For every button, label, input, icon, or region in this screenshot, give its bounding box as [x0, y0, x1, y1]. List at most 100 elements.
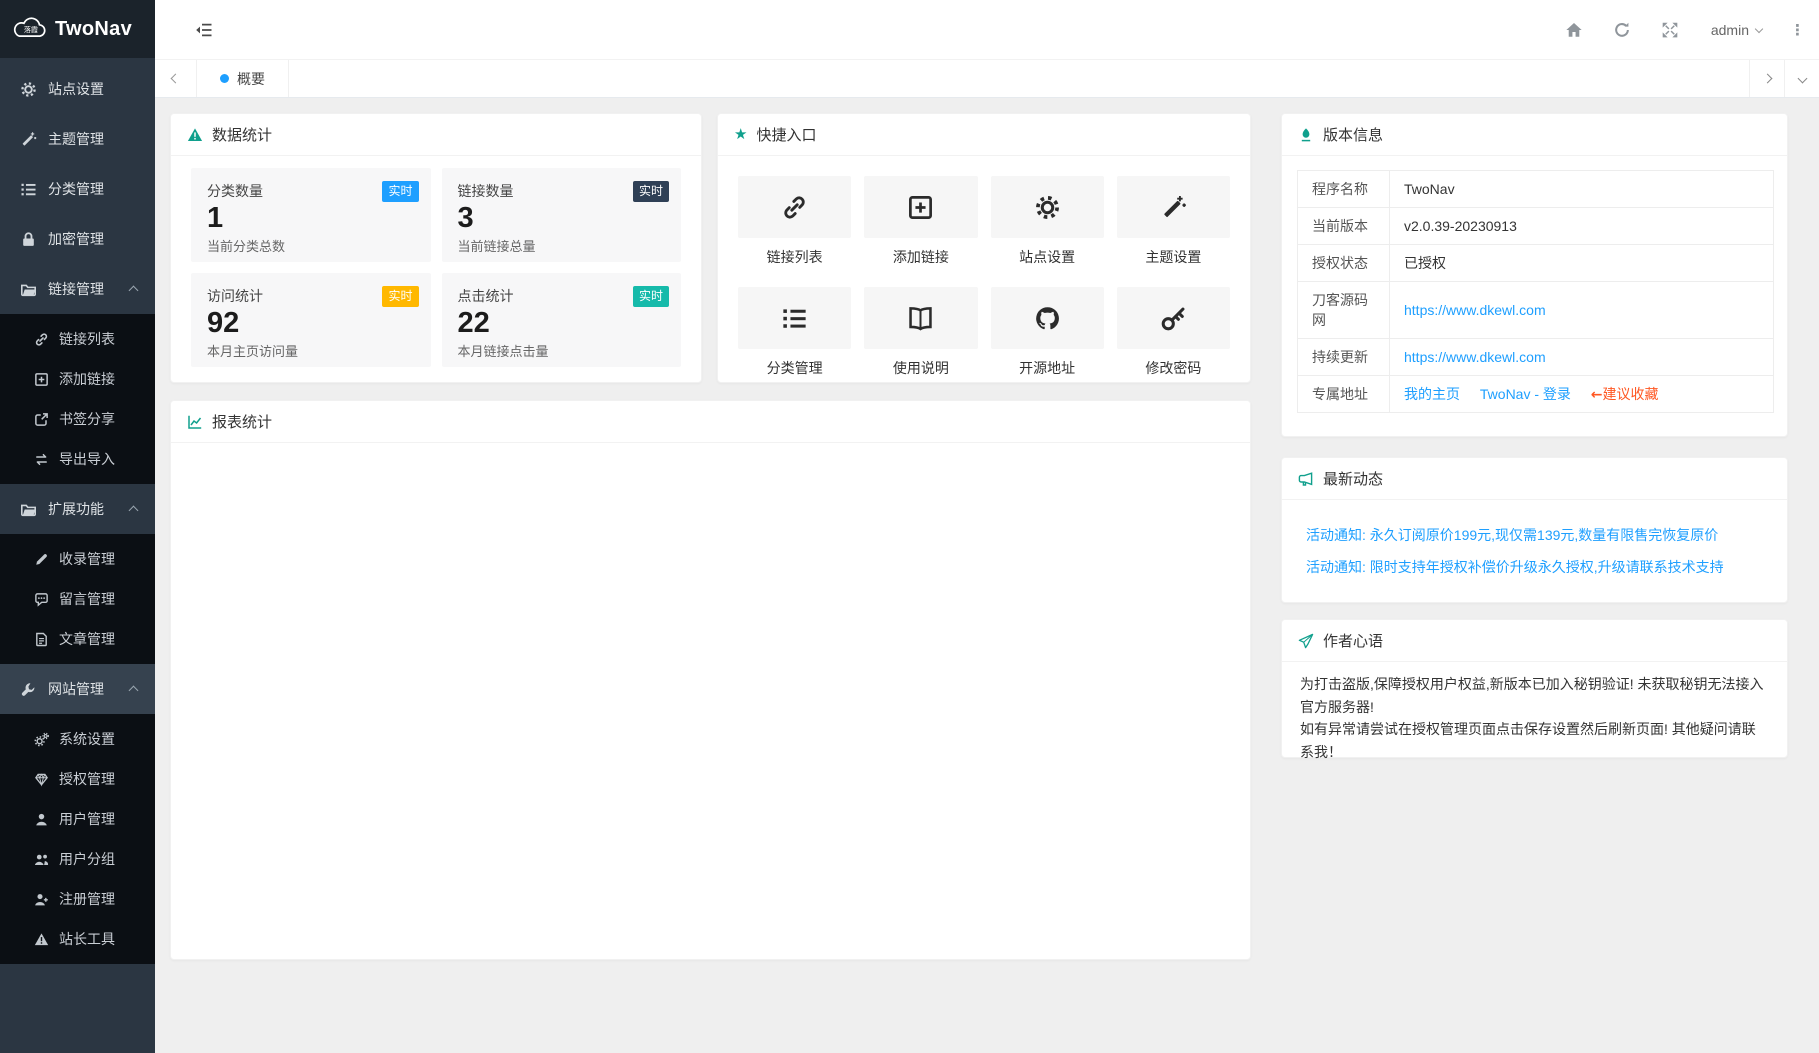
version-icon — [1298, 127, 1314, 143]
news-list: 活动通知: 永久订阅原价199元,现仅需139元,数量有限售完恢复原价 活动通知… — [1282, 500, 1787, 602]
chevron-down-icon — [1797, 73, 1807, 84]
tab-bar: 概要 — [155, 60, 1819, 98]
my-homepage-link[interactable]: 我的主页 — [1404, 386, 1460, 402]
folder-icon — [20, 281, 37, 298]
sidebar-item-label: 添加链接 — [59, 371, 115, 387]
stats-grid: 分类数量 1 当前分类总数 实时 链接数量 3 当前链接总量 实时 访问统计 9… — [171, 156, 701, 379]
quick-entry-link-list[interactable]: 链接列表 — [738, 176, 852, 267]
logo-cn-text: 落霞 — [24, 25, 38, 34]
paper-plane-icon — [1298, 633, 1314, 649]
row-value: TwoNav — [1389, 170, 1774, 208]
quick-entry-open-source[interactable]: 开源地址 — [990, 287, 1104, 378]
sidebar-item-label: 导出导入 — [59, 451, 115, 467]
submenu-link-manage: 链接列表 添加链接 书签分享 导出导入 — [0, 314, 155, 484]
version-table: 程序名称 TwoNav 当前版本 v2.0.39-20230913 授权状态 已… — [1297, 170, 1774, 413]
users-icon — [34, 852, 49, 867]
sidebar-item-user-group[interactable]: 用户分组 — [0, 839, 155, 879]
sidebar-group-extend-functions[interactable]: 扩展功能 — [0, 484, 155, 534]
chevron-right-icon — [1762, 73, 1772, 84]
quick-entry-user-guide[interactable]: 使用说明 — [864, 287, 978, 378]
fullscreen-icon[interactable] — [1661, 21, 1679, 39]
sidebar-item-label: 用户分组 — [59, 851, 115, 867]
tab-menu-button[interactable] — [1784, 60, 1819, 97]
sidebar-group-link-manage[interactable]: 链接管理 — [0, 264, 155, 314]
sidebar-group-website-manage[interactable]: 网站管理 — [0, 664, 155, 714]
sidebar-item-theme-manage[interactable]: 主题管理 — [0, 114, 155, 164]
stat-box-link-count: 链接数量 3 当前链接总量 实时 — [441, 168, 681, 262]
latest-news-card: 最新动态 活动通知: 永久订阅原价199元,现仅需139元,数量有限售完恢复原价… — [1281, 457, 1788, 603]
sidebar-item-user-manage[interactable]: 用户管理 — [0, 799, 155, 839]
home-icon[interactable] — [1565, 21, 1583, 39]
update-link[interactable]: https://www.dkewl.com — [1404, 349, 1546, 365]
card-header: 作者心语 — [1282, 620, 1787, 662]
megaphone-icon — [1298, 471, 1314, 487]
user-plus-icon — [34, 892, 49, 907]
category-list-icon — [781, 305, 808, 332]
card-header: 最新动态 — [1282, 458, 1787, 500]
quick-entry-theme-settings[interactable]: 主题设置 — [1116, 176, 1230, 267]
user-menu[interactable]: admin — [1711, 22, 1764, 38]
sidebar-item-article-manage[interactable]: 文章管理 — [0, 619, 155, 659]
quick-entry-site-settings[interactable]: 站点设置 — [990, 176, 1104, 267]
plus-square-icon — [34, 372, 49, 387]
status-badge: 实时 — [382, 286, 419, 307]
app-logo[interactable]: 落霞 TwoNav — [0, 0, 155, 58]
card-header: ★ 快捷入口 — [718, 114, 1250, 156]
sidebar-item-category-manage[interactable]: 分类管理 — [0, 164, 155, 214]
collapse-menu-icon[interactable] — [195, 21, 213, 39]
report-statistics-card: 报表统计 — [170, 400, 1251, 960]
sidebar-item-inclusion-manage[interactable]: 收录管理 — [0, 539, 155, 579]
sidebar-item-export-import[interactable]: 导出导入 — [0, 439, 155, 479]
sidebar-item-link-list[interactable]: 链接列表 — [0, 319, 155, 359]
sidebar-item-message-manage[interactable]: 留言管理 — [0, 579, 155, 619]
sidebar-item-webmaster-tools[interactable]: 站长工具 — [0, 919, 155, 959]
table-row: 刀客源码网 https://www.dkewl.com — [1297, 281, 1774, 339]
tab-scroll-left-button[interactable] — [155, 60, 197, 97]
row-label: 专属地址 — [1297, 375, 1390, 413]
comment-icon — [34, 592, 49, 607]
stat-sublabel: 当前链接总量 — [457, 239, 536, 255]
quick-entry-category-manage[interactable]: 分类管理 — [738, 287, 852, 378]
sidebar-item-encrypt-manage[interactable]: 加密管理 — [0, 214, 155, 264]
login-link[interactable]: TwoNav - 登录 — [1480, 386, 1571, 402]
sidebar-item-system-settings[interactable]: 系统设置 — [0, 719, 155, 759]
chevron-down-icon — [1754, 24, 1764, 33]
quick-entry-card: ★ 快捷入口 链接列表 添加链接 站点设置 主题设置 分类管理 使用说明 开源地… — [717, 113, 1251, 383]
sidebar-item-add-link[interactable]: 添加链接 — [0, 359, 155, 399]
sidebar-item-license-manage[interactable]: 授权管理 — [0, 759, 155, 799]
news-link[interactable]: 活动通知: 限时支持年授权补偿价升级永久授权,升级请联系技术支持 — [1306, 557, 1763, 577]
quick-entry-change-password[interactable]: 修改密码 — [1116, 287, 1230, 378]
news-link[interactable]: 活动通知: 永久订阅原价199元,现仅需139元,数量有限售完恢复原价 — [1306, 525, 1763, 545]
quick-entry-label: 添加链接 — [892, 249, 949, 265]
sidebar-item-register-manage[interactable]: 注册管理 — [0, 879, 155, 919]
refresh-icon[interactable] — [1613, 21, 1631, 39]
key-icon — [1160, 305, 1187, 332]
tab-scroll-right-button[interactable] — [1749, 60, 1784, 97]
sidebar-group-label: 链接管理 — [48, 281, 104, 297]
author-line: 如有异常请尝试在授权管理页面点击保存设置然后刷新页面! 其他疑问请联系我！ — [1300, 721, 1756, 761]
row-label: 授权状态 — [1297, 244, 1390, 282]
quick-entry-add-link[interactable]: 添加链接 — [864, 176, 978, 267]
sidebar-item-label: 授权管理 — [59, 771, 115, 787]
more-vertical-icon[interactable]: ⋮ — [1790, 23, 1805, 38]
quick-entry-label: 开源地址 — [1019, 360, 1076, 376]
category-list-icon — [20, 181, 37, 198]
card-title: 作者心语 — [1323, 633, 1384, 650]
tab-overview[interactable]: 概要 — [197, 60, 289, 97]
dkewl-link[interactable]: https://www.dkewl.com — [1404, 302, 1546, 318]
table-row: 授权状态 已授权 — [1297, 244, 1774, 282]
sidebar-item-site-settings[interactable]: 站点设置 — [0, 64, 155, 114]
chevron-up-icon — [128, 505, 139, 516]
sidebar-item-bookmark-share[interactable]: 书签分享 — [0, 399, 155, 439]
sidebar-item-label: 注册管理 — [59, 891, 115, 907]
stat-box-visit-count: 访问统计 92 本月主页访问量 实时 — [191, 273, 431, 367]
main-content: 数据统计 分类数量 1 当前分类总数 实时 链接数量 3 当前链接总量 实时 访… — [155, 98, 1819, 1053]
quick-entry-label: 分类管理 — [766, 360, 823, 376]
table-row: 持续更新 https://www.dkewl.com — [1297, 338, 1774, 376]
card-title: 快捷入口 — [756, 127, 817, 144]
header-toolbar: admin ⋮ — [1535, 0, 1805, 60]
submenu-extend-functions: 收录管理 留言管理 文章管理 — [0, 534, 155, 664]
github-icon — [1034, 305, 1061, 332]
star-icon: ★ — [734, 125, 748, 143]
status-badge: 实时 — [632, 181, 669, 202]
